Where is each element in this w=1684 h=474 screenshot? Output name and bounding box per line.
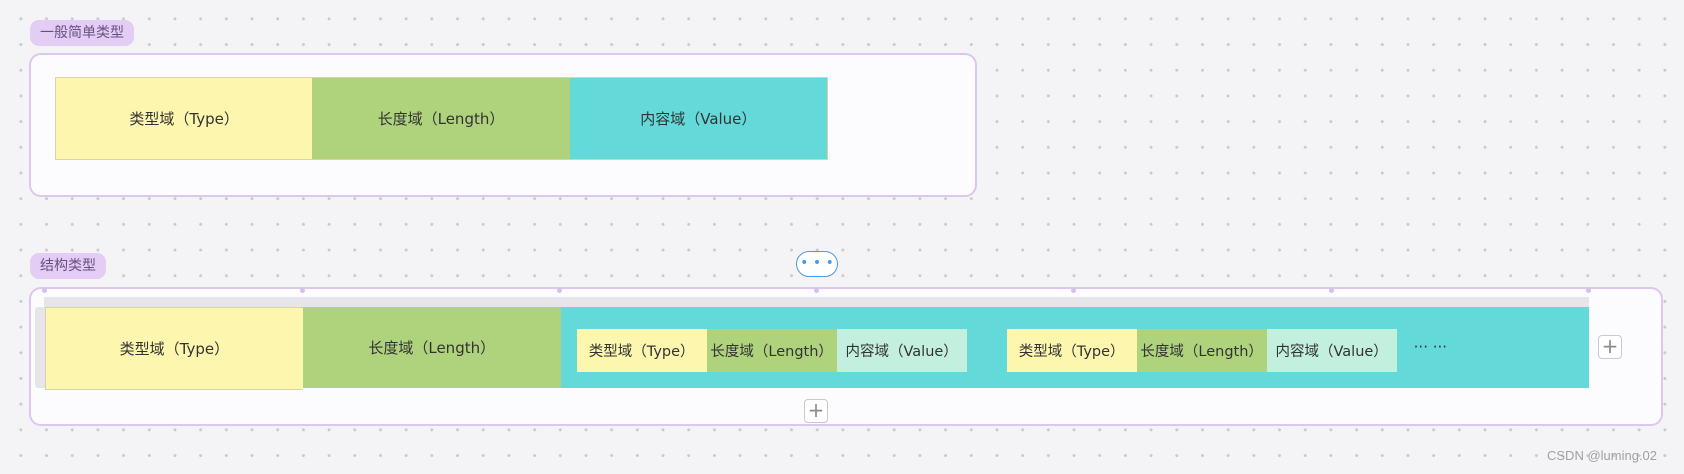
- length-field-cell[interactable]: 长度域（Length）: [312, 78, 570, 159]
- type-field-cell[interactable]: 类型域（Type）: [45, 307, 303, 390]
- continuation-ellipsis: ··· ···: [1413, 338, 1448, 356]
- tlv-row-simple: 类型域（Type） 长度域（Length） 内容域（Value）: [55, 77, 828, 160]
- add-column-button[interactable]: +: [1598, 335, 1622, 359]
- value-field-cell[interactable]: 内容域（Value）: [569, 78, 827, 159]
- watermark: CSDN @luming.02: [1547, 448, 1658, 463]
- nested-tlv-group-2: 类型域（Type） 长度域（Length） 内容域（Value）: [1006, 329, 1397, 372]
- nested-value-cell[interactable]: 内容域（Value）: [836, 329, 967, 372]
- column-tick: [42, 288, 47, 293]
- nested-type-cell[interactable]: 类型域（Type）: [1006, 329, 1137, 372]
- column-tick: [300, 288, 305, 293]
- nested-type-cell[interactable]: 类型域（Type）: [576, 329, 707, 372]
- nested-tlv-group-1: 类型域（Type） 长度域（Length） 内容域（Value）: [576, 329, 967, 372]
- column-tick: [1586, 288, 1591, 293]
- value-field-container[interactable]: 类型域（Type） 长度域（Length） 内容域（Value） 类型域（Typ…: [560, 307, 1589, 388]
- nested-length-cell[interactable]: 长度域（Length）: [706, 329, 837, 372]
- table-header-strip: [44, 297, 1589, 307]
- nested-value-cell[interactable]: 内容域（Value）: [1266, 329, 1397, 372]
- column-tick: [814, 288, 819, 293]
- length-field-cell[interactable]: 长度域（Length）: [302, 307, 561, 388]
- plus-icon: +: [1601, 334, 1619, 358]
- nested-length-cell[interactable]: 长度域（Length）: [1136, 329, 1267, 372]
- column-tick: [1071, 288, 1076, 293]
- more-options-button[interactable]: • • •: [796, 251, 838, 277]
- column-tick: [557, 288, 562, 293]
- column-tick: [1329, 288, 1334, 293]
- section-tag-simple: 一般简单类型: [30, 20, 134, 46]
- add-row-button[interactable]: +: [804, 399, 828, 423]
- plus-icon: +: [807, 398, 825, 422]
- type-field-cell[interactable]: 类型域（Type）: [56, 78, 313, 159]
- tlv-row-struct: 类型域（Type） 长度域（Length） 类型域（Type） 长度域（Leng…: [45, 307, 1589, 390]
- section-tag-struct: 结构类型: [30, 253, 106, 279]
